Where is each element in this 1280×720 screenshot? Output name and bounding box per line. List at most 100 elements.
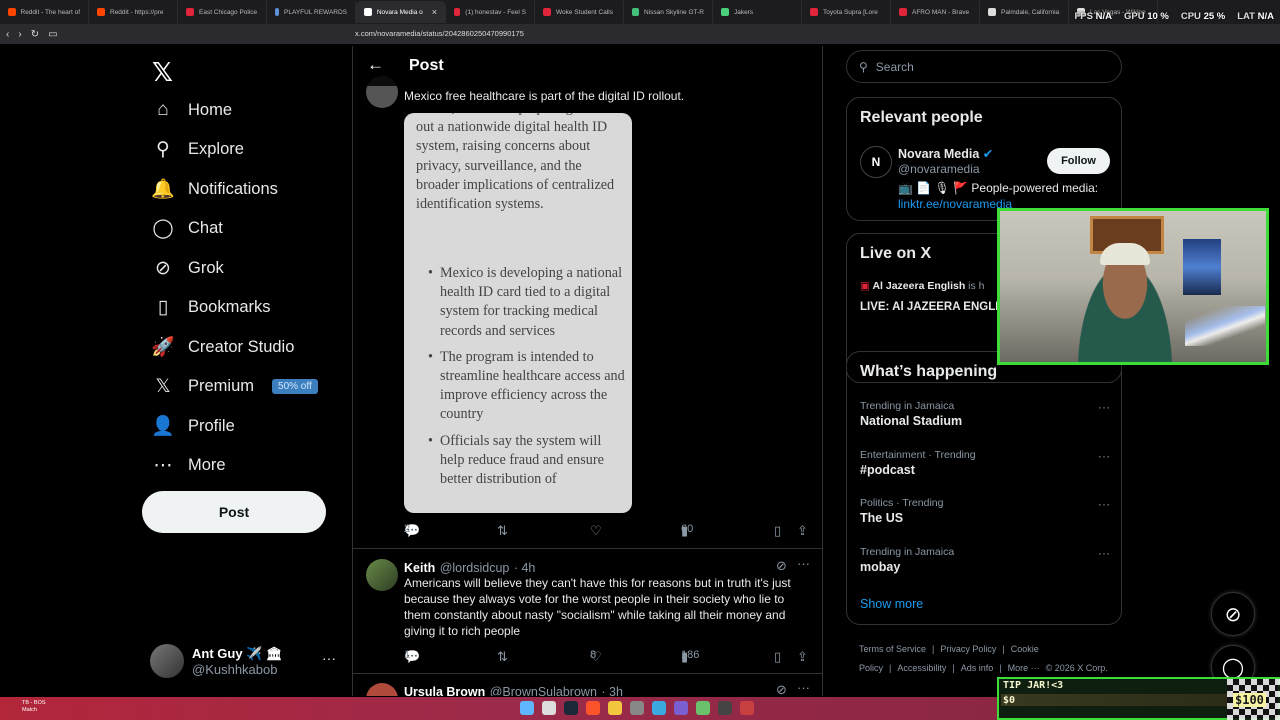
footer-link[interactable]: Terms of Service xyxy=(859,644,926,654)
back-arrow-icon[interactable]: ← xyxy=(367,55,384,75)
close-tab-icon[interactable]: × xyxy=(432,7,437,17)
tweet-text: Mexico free healthcare is part of the di… xyxy=(404,89,685,103)
browser-tab[interactable]: AFRO MAN - Brave xyxy=(891,1,980,23)
forward-arrow-icon[interactable]: › xyxy=(18,29,21,40)
nav-item-label: Creator Studio xyxy=(188,337,295,356)
browser-tab[interactable]: Novara Media o × xyxy=(356,1,446,23)
live-host[interactable]: ▣ Al Jazeera English is h xyxy=(860,280,985,292)
person-name[interactable]: Novara Media ✔ xyxy=(898,146,993,161)
nav-item-grok[interactable]: ⊘ Grok xyxy=(152,252,224,284)
chat-icon: ◯ xyxy=(152,218,174,239)
nav-item-home[interactable]: ⌂ Home xyxy=(152,94,232,126)
grok-fab-icon[interactable]: ⊘ xyxy=(1211,592,1255,636)
avatar[interactable] xyxy=(366,559,398,591)
show-more-link[interactable]: Show more xyxy=(860,597,923,611)
main-header: ← Post xyxy=(353,46,822,86)
browser-tab[interactable]: Palmdale, California xyxy=(980,1,1069,23)
reply-author[interactable]: Keith xyxy=(404,561,435,575)
footer-link[interactable]: © 2026 X Corp. xyxy=(1046,663,1108,673)
browser-tab[interactable]: Nissan Skyline GT-R xyxy=(624,1,713,23)
url-field[interactable]: x.com/novaramedia/status/204286025047099… xyxy=(355,29,524,38)
nav-item-more[interactable]: ⋯ More xyxy=(152,450,226,482)
browser-tab[interactable]: Reddit - https://pre xyxy=(89,1,178,23)
steam-icon[interactable] xyxy=(564,701,578,715)
x-logo-icon[interactable]: 𝕏 xyxy=(152,58,173,88)
post-button[interactable]: Post xyxy=(142,491,326,533)
folder-icon[interactable] xyxy=(608,701,622,715)
more-icon[interactable]: ··· xyxy=(1098,400,1110,414)
more-icon[interactable]: ··· xyxy=(1098,546,1110,560)
settings-icon[interactable] xyxy=(630,701,644,715)
reply-handle[interactable]: @BrownSulabrown xyxy=(490,685,597,696)
article-image[interactable]: article, Mexico is preparing to roll out… xyxy=(404,113,632,513)
trend-item[interactable]: Entertainment · Trending #podcast ··· xyxy=(860,449,1110,477)
person-link[interactable]: linktr.ee/novaramedia xyxy=(898,197,1012,211)
person-handle[interactable]: @novaramedia xyxy=(898,162,980,176)
more-icon[interactable]: ··· xyxy=(1098,497,1110,511)
browser-tab[interactable]: Jakers xyxy=(713,1,802,23)
follow-button[interactable]: Follow xyxy=(1047,148,1110,174)
sidebar-toggle-icon[interactable]: ▭ xyxy=(48,29,57,40)
browser-tab[interactable]: Reddit - The heart of xyxy=(0,1,89,23)
view-count: 186 xyxy=(681,649,700,661)
reply-handle[interactable]: @lordsidcup xyxy=(440,561,510,575)
app-icon[interactable] xyxy=(718,701,732,715)
app-icon[interactable] xyxy=(674,701,688,715)
live-title[interactable]: LIVE: Al JAZEERA ENGLIS xyxy=(860,301,1006,313)
avatar[interactable] xyxy=(366,683,398,696)
footer-link[interactable]: Privacy Policy xyxy=(940,644,996,654)
more-icon[interactable]: ··· xyxy=(1098,449,1110,463)
app-icon[interactable] xyxy=(652,701,666,715)
windows-start-icon[interactable] xyxy=(520,701,534,715)
more-icon[interactable]: ··· xyxy=(322,650,336,666)
reply-time: · 3h xyxy=(601,685,623,696)
more-icon[interactable]: ··· xyxy=(797,680,810,695)
brave-icon[interactable] xyxy=(586,701,600,715)
avatar[interactable]: N xyxy=(860,146,892,178)
nav-item-explore[interactable]: ⚲ Explore xyxy=(152,134,244,166)
grok-icon[interactable]: ⊘ xyxy=(776,682,787,696)
browser-tab[interactable]: East Chicago Police xyxy=(178,1,267,23)
nav-item-bookmarks[interactable]: ▯ Bookmarks xyxy=(152,292,271,324)
tab-label: Toyota Supra [Lore xyxy=(823,8,878,16)
trend-item[interactable]: Politics · Trending The US ··· xyxy=(860,497,1110,525)
nav-item-label: Home xyxy=(188,100,233,119)
search-box[interactable]: ⚲ xyxy=(846,50,1122,83)
app-icon[interactable] xyxy=(696,701,710,715)
app-icon[interactable] xyxy=(740,701,754,715)
more-icon[interactable]: ··· xyxy=(797,556,810,571)
trend-item[interactable]: Trending in Jamaica mobay ··· xyxy=(860,546,1110,574)
divider xyxy=(353,673,822,674)
nav-item-premium[interactable]: 𝕏 Premium 50% off xyxy=(152,371,318,403)
browser-tab[interactable]: Toyota Supra [Lore xyxy=(802,1,891,23)
browser-tab[interactable]: (1) honestav - Feel S xyxy=(446,1,535,23)
browser-tab[interactable]: Woke Student Calls xyxy=(535,1,624,23)
nav-item-chat[interactable]: ◯ Chat xyxy=(152,213,223,245)
back-arrow-icon[interactable]: ‹ xyxy=(6,29,9,40)
trend-name: mobay xyxy=(860,559,901,574)
grok-icon[interactable]: ⊘ xyxy=(776,558,787,574)
taskbar-widget[interactable]: TB - BOS Match xyxy=(22,700,46,714)
wall-poster xyxy=(1183,239,1221,295)
search-input[interactable] xyxy=(875,59,1096,74)
nav-item-notifications[interactable]: 🔔 Notifications xyxy=(151,173,278,205)
tab-favicon-icon xyxy=(364,8,372,16)
footer-link[interactable]: Accessibility xyxy=(897,663,946,673)
account-switcher[interactable]: Ant Guy ✈️ 🏛 @Kushhkabob ··· xyxy=(150,644,340,684)
tab-label: Reddit - The heart of xyxy=(20,8,81,16)
hud-stat: FPS N/A xyxy=(1074,11,1112,22)
nav-item-creator-studio[interactable]: 🚀 Creator Studio xyxy=(151,331,295,363)
tab-favicon-icon xyxy=(275,8,280,16)
view-count: 60 xyxy=(681,523,694,535)
nav-item-profile[interactable]: 👤 Profile xyxy=(151,410,235,442)
footer-link[interactable]: Ads info xyxy=(961,663,994,673)
light-glare xyxy=(1185,306,1265,346)
nav-item-label: More xyxy=(188,456,226,474)
account-name: Ant Guy ✈️ 🏛 xyxy=(192,646,283,661)
trend-item[interactable]: Trending in Jamaica National Stadium ··· xyxy=(860,400,1110,428)
reply-author[interactable]: Ursula Brown xyxy=(404,685,485,696)
task-view-icon[interactable] xyxy=(542,701,556,715)
footer-link[interactable]: More ··· xyxy=(1008,663,1040,673)
reload-icon[interactable]: ↻ xyxy=(31,29,39,40)
browser-tab[interactable]: PLAYFUL REWARDS xyxy=(267,1,356,23)
